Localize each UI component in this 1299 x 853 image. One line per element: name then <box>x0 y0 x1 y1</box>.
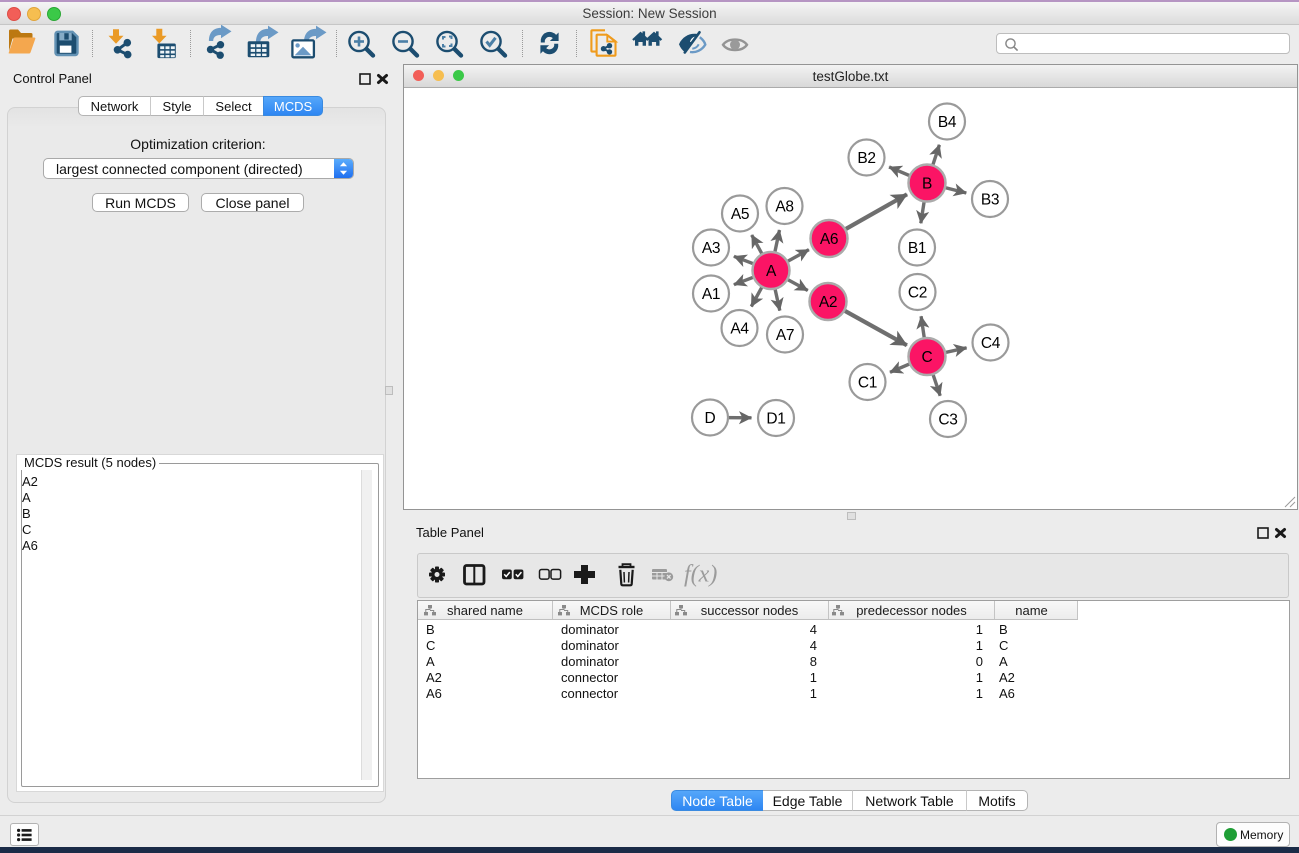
svg-text:A6: A6 <box>820 231 838 248</box>
svg-text:C3: C3 <box>938 412 957 429</box>
svg-text:C2: C2 <box>908 285 927 302</box>
svg-text:B3: B3 <box>981 192 999 209</box>
svg-text:D1: D1 <box>766 411 785 428</box>
svg-text:B2: B2 <box>857 150 875 167</box>
svg-text:A7: A7 <box>776 327 794 344</box>
svg-text:C: C <box>922 349 933 366</box>
svg-text:A3: A3 <box>702 240 720 257</box>
svg-text:B1: B1 <box>908 240 926 257</box>
svg-text:A5: A5 <box>731 206 749 223</box>
svg-text:A1: A1 <box>702 286 720 303</box>
svg-text:A: A <box>766 263 777 280</box>
svg-text:f(x): f(x) <box>684 562 717 588</box>
svg-text:C4: C4 <box>981 335 1001 352</box>
svg-text:D: D <box>705 410 716 427</box>
svg-text:B: B <box>922 176 932 193</box>
svg-text:A8: A8 <box>775 199 793 216</box>
svg-text:C1: C1 <box>858 375 877 392</box>
svg-text:B4: B4 <box>938 114 957 131</box>
svg-text:A2: A2 <box>819 294 837 311</box>
svg-text:A4: A4 <box>730 321 749 338</box>
